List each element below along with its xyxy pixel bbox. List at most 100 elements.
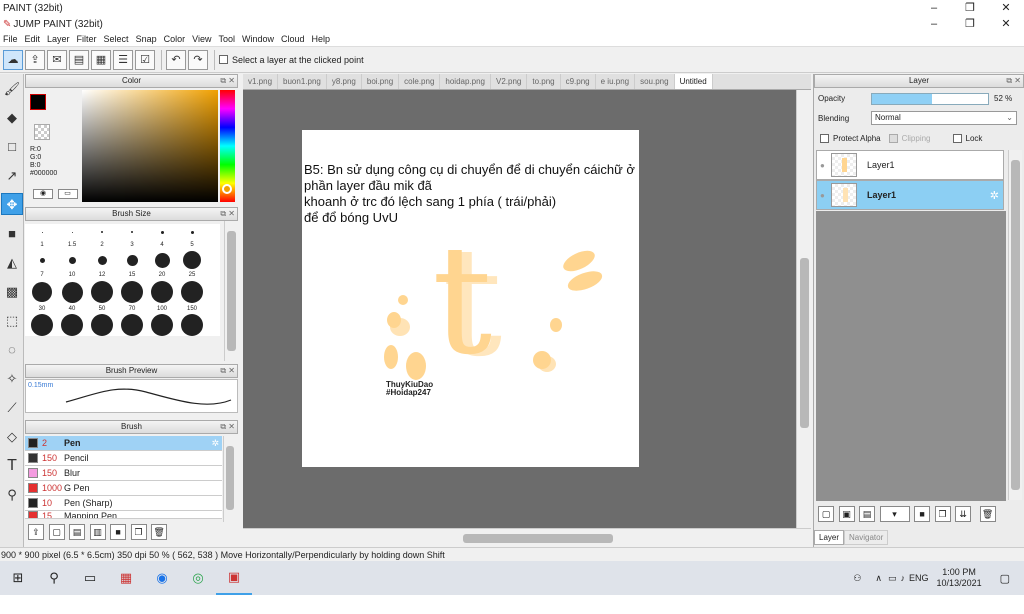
clock[interactable]: 1:00 PM 10/13/2021 <box>937 567 982 589</box>
menu-file[interactable]: File <box>0 34 22 44</box>
brush-item-g-pen[interactable]: 1000 G Pen <box>25 481 222 496</box>
zalo-icon[interactable]: ◉ <box>144 561 180 595</box>
tab-boi[interactable]: boi.png <box>362 74 400 89</box>
lasso-tool-icon[interactable]: ◌ <box>1 338 23 360</box>
select-layer-checkbox[interactable] <box>219 55 228 64</box>
layer-type-dropdown[interactable]: ▾ <box>879 506 910 522</box>
brush-size-cell[interactable] <box>87 224 117 240</box>
tab-c9[interactable]: c9.png <box>561 74 596 89</box>
panel-close-icon[interactable]: ⧉ ✕ <box>220 365 235 377</box>
redo-icon[interactable]: ↷ <box>188 49 208 70</box>
brush-item-blur[interactable]: 150 Blur <box>25 466 222 481</box>
menu-view[interactable]: View <box>189 34 215 44</box>
canvas-vertical-scrollbar[interactable] <box>796 90 811 528</box>
menu-snap[interactable]: Snap <box>133 34 161 44</box>
canvas-horizontal-scrollbar[interactable] <box>243 528 811 547</box>
eyedropper-tool-icon[interactable]: ⚲ <box>1 483 23 505</box>
brush-size-cell[interactable] <box>27 314 57 336</box>
inner-close-icon[interactable]: ✕ <box>988 16 1024 32</box>
close-icon[interactable]: ✕ <box>988 0 1024 16</box>
fill-rect-tool-icon[interactable]: ■ <box>1 222 23 244</box>
line-tool-icon[interactable]: ↗ <box>1 164 23 186</box>
select-pen-tool-icon[interactable]: ⟋ <box>1 396 23 418</box>
brush-size-cell[interactable] <box>147 280 177 304</box>
undo-icon[interactable]: ↶ <box>166 49 186 70</box>
cloud-icon[interactable]: ☁ <box>3 49 23 70</box>
brush-size-cell[interactable] <box>87 314 117 336</box>
visibility-dot-icon[interactable]: ● <box>820 191 825 200</box>
brush-upload-icon[interactable]: ⇪ <box>28 524 44 540</box>
color-sv-picker[interactable] <box>82 90 218 202</box>
brush-size-cell[interactable] <box>147 250 177 270</box>
brush-size-cell[interactable] <box>117 224 147 240</box>
brush-size-cell[interactable] <box>87 280 117 304</box>
menu-help[interactable]: Help <box>309 34 335 44</box>
brush-size-cell[interactable] <box>147 314 177 336</box>
search-icon[interactable]: ⚲ <box>36 561 72 595</box>
text-tool-icon[interactable]: T <box>1 454 23 476</box>
brush-item-pencil[interactable]: 150 Pencil <box>25 451 222 466</box>
layer-list-scrollbar[interactable] <box>1008 150 1022 500</box>
brush-size-cell[interactable] <box>57 250 87 270</box>
new-raster-layer-icon[interactable]: ▣ <box>838 506 855 522</box>
brush-size-cell[interactable] <box>27 224 57 240</box>
brush-size-cell[interactable] <box>177 224 207 240</box>
magic-wand-tool-icon[interactable]: ✧ <box>1 367 23 389</box>
tab-sou[interactable]: sou.png <box>635 74 675 89</box>
merge-layer-icon[interactable]: ⇊ <box>955 506 972 522</box>
hue-handle[interactable] <box>222 184 232 194</box>
panel-close-icon[interactable]: ⧉ ✕ <box>220 208 235 220</box>
brush-item-pen-sharp[interactable]: 10 Pen (Sharp) <box>25 496 222 511</box>
lock-checkbox[interactable] <box>952 134 962 143</box>
brush-size-cell[interactable] <box>57 314 87 336</box>
menu-filter[interactable]: Filter <box>74 34 101 44</box>
brush-folder-icon[interactable]: ■ <box>110 524 127 540</box>
volume-icon[interactable]: ♪ <box>901 573 906 583</box>
color-swap-button[interactable]: ▭ <box>57 188 78 199</box>
brush-size-cell[interactable] <box>177 280 207 304</box>
panel-close-icon[interactable]: ⧉ ✕ <box>1006 75 1021 87</box>
share-icon[interactable]: ⇪ <box>25 49 45 70</box>
transparent-color-swatch[interactable] <box>34 124 50 140</box>
tray-chevron-icon[interactable]: ∧ <box>875 573 882 584</box>
people-icon[interactable]: ⚇ <box>853 573 861 584</box>
brush-size-cell[interactable] <box>117 314 147 336</box>
duplicate-layer-icon[interactable]: ❐ <box>934 506 951 522</box>
tab-v2[interactable]: V2.png <box>491 74 528 89</box>
comment-icon[interactable]: ✉ <box>47 49 67 70</box>
tab-cole[interactable]: cole.png <box>399 74 441 89</box>
color-eyedrop-button[interactable]: ◉ <box>33 188 53 199</box>
brush-size-cell[interactable] <box>87 250 117 270</box>
select-eraser-tool-icon[interactable]: ◇ <box>1 425 23 447</box>
brush-size-cell[interactable] <box>57 280 87 304</box>
brush-copy-icon[interactable]: ▥ <box>89 524 106 540</box>
menu-edit[interactable]: Edit <box>22 34 45 44</box>
layer-row-selected[interactable]: ● Layer1 ✲ <box>816 180 1004 210</box>
task-view-icon[interactable]: ▭ <box>72 561 108 595</box>
tab-v1[interactable]: v1.png <box>243 74 279 89</box>
menu-tool[interactable]: Tool <box>215 34 239 44</box>
battery-icon[interactable]: ▭ <box>888 573 897 584</box>
brush-settings-icon[interactable]: ✲ <box>211 438 219 449</box>
tab-hoidap[interactable]: hoidap.png <box>440 74 491 89</box>
move-tool-icon[interactable]: ✥ <box>1 193 23 215</box>
inner-restore-icon[interactable]: ❐ <box>952 16 988 32</box>
select-rect-tool-icon[interactable]: ⬚ <box>1 309 23 331</box>
brush-item-mapping-pen[interactable]: 15 Mapping Pen <box>25 511 222 519</box>
message-icon[interactable]: ▤ <box>69 49 89 70</box>
menu-window[interactable]: Window <box>239 34 278 44</box>
eraser-tool-icon[interactable]: ◆ <box>1 106 23 128</box>
rect-tool-icon[interactable]: □ <box>1 135 23 157</box>
tab-layer[interactable]: Layer <box>814 530 845 545</box>
brush-list-scrollbar[interactable] <box>223 436 236 522</box>
tab-to[interactable]: to.png <box>527 74 561 89</box>
brush-size-scrollbar[interactable] <box>224 221 238 361</box>
minimize-icon[interactable]: – <box>916 0 952 16</box>
taskbar-app-1-icon[interactable]: ▦ <box>108 561 144 595</box>
menu-select[interactable]: Select <box>101 34 133 44</box>
tab-e-iu[interactable]: e iu.png <box>596 74 636 89</box>
brush-duplicate-icon[interactable]: ❐ <box>130 524 147 540</box>
visibility-dot-icon[interactable]: ● <box>820 161 825 170</box>
foreground-color-swatch[interactable] <box>30 94 46 110</box>
brush-size-cell[interactable] <box>117 280 147 304</box>
